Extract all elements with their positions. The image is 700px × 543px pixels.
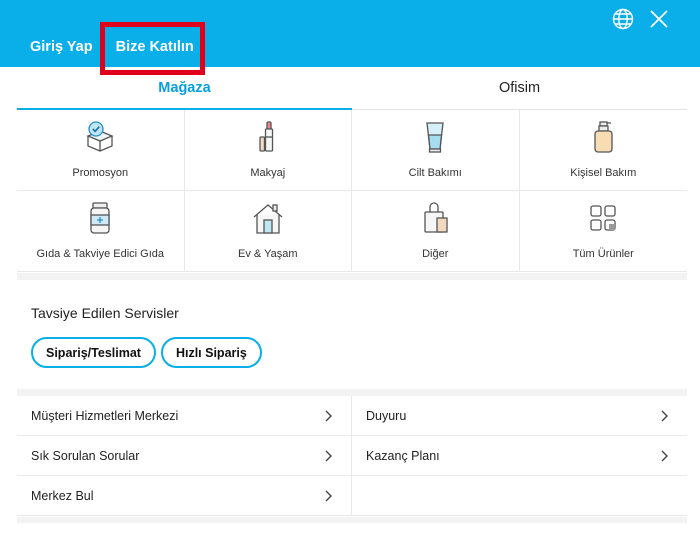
link-customer-service[interactable]: Müşteri Hizmetleri Merkezi <box>17 396 352 436</box>
globe-icon[interactable] <box>612 8 634 30</box>
top-header-bar: Giriş Yap Bize Katılın <box>0 0 700 67</box>
category-promosyon[interactable]: Promosyon <box>17 110 185 191</box>
chevron-right-icon <box>661 450 668 461</box>
auth-links: Giriş Yap Bize Katılın <box>30 39 194 55</box>
link-label: Sık Sorulan Sorular <box>31 448 140 463</box>
makeup-icon <box>259 121 273 152</box>
category-diger[interactable]: Diğer <box>352 191 520 272</box>
link-label: Merkez Bul <box>31 488 94 503</box>
login-link[interactable]: Giriş Yap <box>30 39 93 55</box>
category-gida-takviye[interactable]: Gıda & Takviye Edici Gıda <box>17 191 185 272</box>
home-icon <box>253 204 283 234</box>
service-buttons: Sipariş/Teslimat Hızlı Sipariş <box>31 337 262 368</box>
info-links: Müşteri Hizmetleri Merkezi Duyuru Sık So… <box>17 396 687 516</box>
category-label: Ev & Yaşam <box>237 248 298 260</box>
order-delivery-button[interactable]: Sipariş/Teslimat <box>31 337 156 368</box>
category-label: Promosyon <box>72 167 129 179</box>
category-label: Tüm Ürünler <box>572 248 634 260</box>
close-icon[interactable] <box>648 8 670 30</box>
link-faq[interactable]: Sık Sorulan Sorular <box>17 436 352 476</box>
tab-ofisim[interactable]: Ofisim <box>352 67 687 109</box>
tab-magaza[interactable]: Mağaza <box>17 67 352 110</box>
link-label: Müşteri Hizmetleri Merkezi <box>31 408 179 423</box>
header-icons <box>612 8 670 30</box>
link-empty-cell <box>352 476 687 516</box>
category-kisisel-bakim[interactable]: Kişisel Bakım <box>519 110 687 191</box>
section-divider <box>17 517 687 523</box>
category-makyaj[interactable]: Makyaj <box>184 110 352 191</box>
link-announcement[interactable]: Duyuru <box>352 396 687 436</box>
section-divider <box>17 389 687 396</box>
category-label: Makyaj <box>250 167 286 179</box>
store-tabs: Mağaza Ofisim <box>17 67 687 110</box>
category-label: Kişisel Bakım <box>570 167 637 179</box>
link-label: Kazanç Planı <box>366 448 440 463</box>
auth-divider <box>103 39 105 55</box>
link-earning-plan[interactable]: Kazanç Planı <box>352 436 687 476</box>
chevron-right-icon <box>661 410 668 421</box>
category-grid: Promosyon Makyaj Cilt Bakımı Kişisel Bak… <box>17 110 687 272</box>
category-label: Cilt Bakımı <box>408 167 462 179</box>
link-find-center[interactable]: Merkez Bul <box>17 476 352 516</box>
category-cilt-bakimi[interactable]: Cilt Bakımı <box>352 110 520 191</box>
section-divider <box>17 273 687 280</box>
personal-care-icon <box>594 121 613 153</box>
promotion-box-icon <box>86 121 114 152</box>
services-title: Tavsiye Edilen Servisler <box>31 305 179 321</box>
chevron-right-icon <box>325 490 332 501</box>
other-bag-icon <box>424 202 448 233</box>
chevron-right-icon <box>325 410 332 421</box>
link-label: Duyuru <box>366 408 407 423</box>
supplement-icon <box>90 202 110 234</box>
quick-order-button[interactable]: Hızlı Sipariş <box>160 337 262 368</box>
skincare-icon <box>426 122 444 153</box>
category-label: Diğer <box>422 248 449 260</box>
category-ev-yasam[interactable]: Ev & Yaşam <box>184 191 352 272</box>
all-products-grid-icon <box>590 205 616 231</box>
join-link[interactable]: Bize Katılın <box>116 39 194 55</box>
chevron-right-icon <box>325 450 332 461</box>
category-tum-urunler[interactable]: Tüm Ürünler <box>519 191 687 272</box>
category-label: Gıda & Takviye Edici Gıda <box>36 248 165 260</box>
